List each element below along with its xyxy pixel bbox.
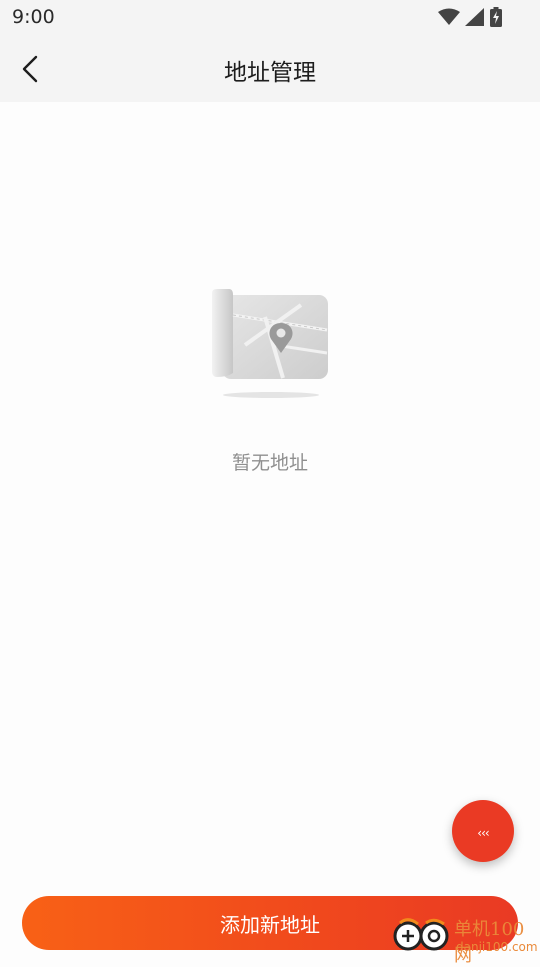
- map-pin-icon: [212, 289, 328, 398]
- watermark-logo-icon: [393, 918, 449, 951]
- signal-icon: [465, 8, 484, 26]
- battery-icon: [490, 7, 502, 27]
- navigation-bar: 地址管理: [0, 36, 540, 102]
- customer-service-button[interactable]: ‹‹‹: [452, 800, 514, 862]
- chat-bubble-icon: ‹‹‹: [477, 826, 489, 840]
- empty-state-illustration: [205, 285, 335, 405]
- page-title: 地址管理: [224, 60, 316, 86]
- watermark: 单机100网 danji100.com: [392, 910, 540, 966]
- wifi-icon: [438, 8, 460, 25]
- empty-state-message: 暂无地址: [231, 452, 308, 474]
- status-time: 9:00: [12, 6, 55, 28]
- add-address-label: 添加新地址: [220, 912, 320, 937]
- status-icons: [438, 7, 502, 27]
- status-bar: 9:00: [0, 0, 540, 36]
- watermark-subtitle: danji100.com: [456, 940, 538, 954]
